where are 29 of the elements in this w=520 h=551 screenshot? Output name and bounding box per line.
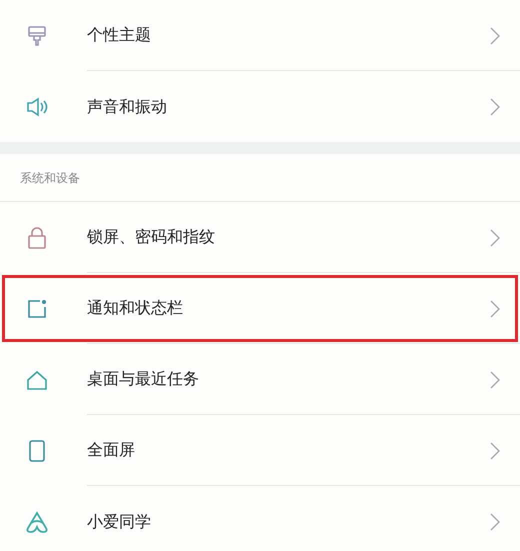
settings-item[interactable]: 锁屏、密码和指纹 — [0, 202, 520, 273]
item-label: 锁屏、密码和指纹 — [87, 226, 215, 248]
assistant-icon — [24, 510, 50, 534]
padlock-icon — [26, 226, 46, 250]
chevron-icon — [490, 300, 500, 318]
settings-item[interactable]: 全面屏 — [0, 415, 520, 486]
notification-icon — [26, 298, 48, 320]
chevron-icon — [490, 512, 500, 530]
item-label: 通知和状态栏 — [87, 297, 183, 319]
settings-item[interactable]: 个性主题 — [0, 0, 520, 71]
item-label: 声音和振动 — [87, 96, 167, 118]
settings-item[interactable]: 桌面与最近任务 — [0, 344, 520, 415]
chevron-icon — [490, 370, 500, 388]
settings-item[interactable]: 小爱同学 — [0, 486, 520, 551]
section-header: 系统和设备 — [20, 170, 80, 186]
house-icon — [24, 368, 48, 390]
brush-icon — [26, 24, 48, 46]
chevron-icon — [490, 442, 500, 460]
item-label: 小爱同学 — [87, 510, 151, 532]
chevron-icon — [490, 26, 500, 44]
phone-icon — [28, 438, 46, 462]
chevron-icon — [490, 98, 500, 116]
settings-item[interactable]: 通知和状态栏 — [0, 273, 520, 344]
speaker-icon — [24, 96, 48, 118]
settings-item[interactable]: 声音和振动 — [0, 71, 520, 142]
item-label: 个性主题 — [87, 24, 151, 46]
item-label: 桌面与最近任务 — [87, 368, 199, 390]
item-label: 全面屏 — [87, 439, 135, 461]
chevron-icon — [490, 228, 500, 246]
